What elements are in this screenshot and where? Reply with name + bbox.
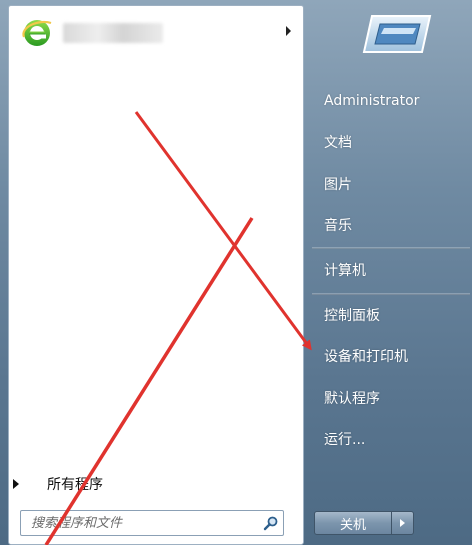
all-programs-label: 所有程序: [47, 477, 103, 493]
menu-item-label: 图片: [324, 177, 352, 193]
menu-item-label: 运行...: [324, 432, 366, 448]
separator: [312, 293, 470, 295]
menu-item-label: 音乐: [324, 218, 352, 234]
shutdown-button[interactable]: 关机: [314, 511, 392, 535]
programs-pane: 所有程序: [8, 5, 304, 545]
chevron-right-icon: [400, 519, 405, 527]
menu-item-label: 文档: [324, 135, 352, 151]
menu-item-documents[interactable]: 文档: [324, 130, 452, 154]
right-pane: Administrator 文档 图片 音乐 计算机 控制面板 设备和打印机 默…: [304, 0, 472, 545]
menu-item-control-panel[interactable]: 控制面板: [324, 303, 452, 327]
menu-item-label: Administrator: [324, 93, 420, 109]
separator: [312, 247, 470, 249]
menu-item-computer[interactable]: 计算机: [324, 258, 452, 282]
submenu-arrow-icon[interactable]: [286, 26, 291, 36]
blurred-program-name: [63, 23, 163, 43]
menu-item-label: 计算机: [324, 263, 366, 279]
pinned-program[interactable]: [21, 16, 293, 50]
triangle-right-icon: [13, 479, 19, 489]
menu-item-label: 设备和打印机: [324, 349, 408, 365]
shutdown-group: 关机: [314, 511, 414, 535]
search-box[interactable]: [20, 510, 284, 536]
shutdown-options-button[interactable]: [392, 511, 414, 535]
menu-item-default-programs[interactable]: 默认程序: [324, 386, 452, 410]
search-icon[interactable]: [263, 515, 279, 531]
menu-item-label: 控制面板: [324, 308, 380, 324]
search-input[interactable]: [21, 512, 261, 534]
menu-item-administrator[interactable]: Administrator: [324, 89, 452, 113]
ie-logo-icon: [22, 20, 52, 46]
shutdown-label: 关机: [339, 517, 366, 533]
start-menu: 所有程序 Administrator 文档 图: [0, 0, 472, 545]
menu-item-music[interactable]: 音乐: [324, 213, 452, 237]
menu-item-devices-and-printers[interactable]: 设备和打印机: [324, 344, 452, 368]
user-picture-icon[interactable]: [362, 12, 432, 56]
menu-item-pictures[interactable]: 图片: [324, 172, 452, 196]
all-programs-button[interactable]: 所有程序: [11, 472, 281, 496]
menu-item-label: 默认程序: [324, 391, 380, 407]
menu-item-run[interactable]: 运行...: [324, 427, 452, 451]
